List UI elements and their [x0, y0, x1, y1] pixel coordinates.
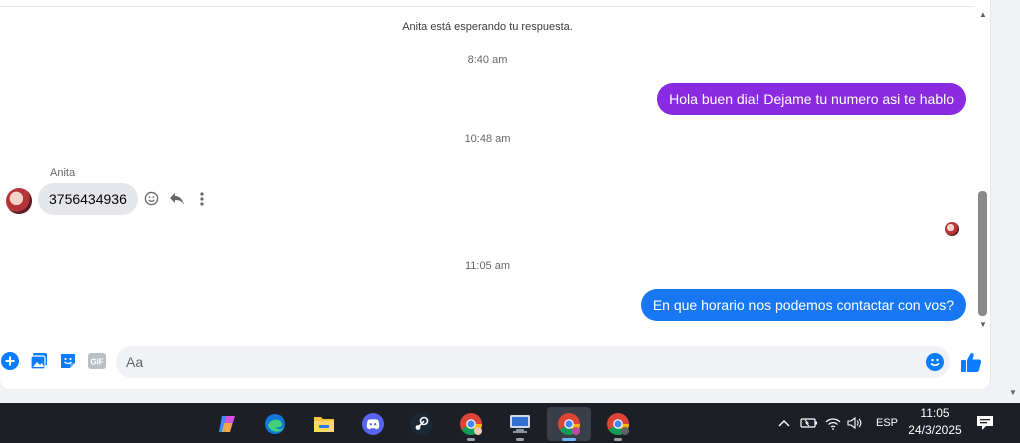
add-icon[interactable]	[0, 351, 19, 370]
network-app-icon[interactable]	[498, 407, 542, 441]
reply-icon[interactable]	[167, 189, 186, 208]
clock-time: 11:05	[920, 406, 950, 420]
chevron-up-icon[interactable]	[776, 419, 792, 427]
more-options-icon[interactable]	[192, 189, 211, 208]
outgoing-message[interactable]: En que horario nos podemos contactar con…	[640, 289, 966, 321]
scroll-down-arrow-icon[interactable]: ▼	[979, 320, 987, 329]
typing-notice: Anita está esperando tu respuesta.	[402, 21, 573, 33]
photo-icon[interactable]	[29, 351, 48, 370]
scrollbar-thumb[interactable]	[978, 191, 987, 316]
language-indicator[interactable]: ESP	[876, 417, 898, 429]
outgoing-message[interactable]: Hola buen dia! Dejame tu numero asi te h…	[657, 83, 966, 115]
chat-header-divider	[0, 0, 975, 7]
timestamp: 11:05 am	[464, 260, 511, 272]
file-explorer-icon[interactable]	[302, 407, 346, 441]
volume-icon[interactable]	[844, 416, 866, 430]
clock-date: 24/3/2025	[908, 423, 962, 437]
chat-panel: Anita está esperando tu respuesta. 8:40 …	[0, 0, 991, 389]
incoming-message[interactable]: 3756434936	[38, 183, 138, 215]
notifications-icon[interactable]	[976, 403, 994, 443]
timestamp: 10:48 am	[464, 133, 511, 145]
page-scroll-down-arrow-icon[interactable]: ▼	[1009, 388, 1017, 397]
system-tray: ESP	[776, 403, 898, 443]
chrome-profile-c-icon[interactable]	[596, 407, 640, 441]
wifi-icon[interactable]	[822, 417, 844, 430]
message-input-container[interactable]	[116, 346, 950, 378]
chrome-profile-icon[interactable]	[547, 407, 591, 441]
react-icon[interactable]	[142, 189, 161, 208]
like-icon[interactable]	[960, 351, 982, 373]
message-input[interactable]	[116, 346, 896, 378]
seen-indicator-avatar	[945, 222, 959, 236]
sender-name: Anita	[50, 167, 76, 179]
avatar[interactable]	[6, 188, 32, 214]
timestamp: 8:40 am	[467, 54, 508, 66]
message-actions	[142, 189, 211, 208]
svg-text:GIF: GIF	[90, 357, 103, 366]
edge-icon[interactable]	[253, 407, 297, 441]
chrome-icon[interactable]	[449, 407, 493, 441]
scroll-up-arrow-icon[interactable]: ▲	[979, 10, 987, 19]
emoji-icon[interactable]	[926, 353, 944, 371]
steam-icon[interactable]	[399, 407, 443, 441]
copilot-icon[interactable]	[205, 407, 249, 441]
battery-icon[interactable]	[796, 417, 822, 429]
composer-actions: GIF	[0, 351, 106, 370]
gif-icon[interactable]: GIF	[87, 351, 106, 370]
discord-icon[interactable]	[351, 407, 395, 441]
sticker-icon[interactable]	[58, 351, 77, 370]
system-clock[interactable]: 11:05 24/3/2025	[900, 405, 970, 439]
